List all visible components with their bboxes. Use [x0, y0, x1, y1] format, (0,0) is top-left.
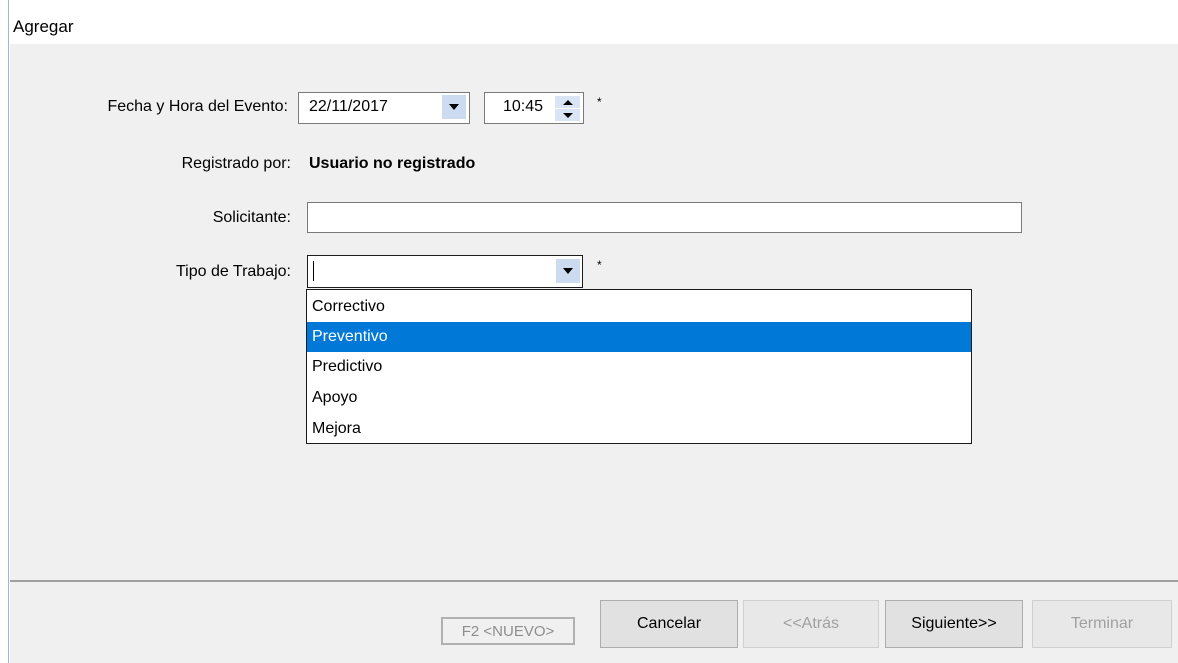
text-caret	[313, 261, 314, 281]
arrow-up-icon	[562, 99, 573, 105]
finish-button[interactable]: Terminar	[1032, 600, 1172, 648]
date-dropdown-button[interactable]	[442, 95, 466, 119]
time-spin-down[interactable]	[555, 109, 580, 121]
tipo-label: Tipo de Trabajo:	[175, 263, 291, 280]
window-title: Agregar	[13, 17, 74, 36]
nuevo-shortcut[interactable]: F2 <NUEVO>	[441, 617, 575, 645]
tipo-dropdown-list[interactable]: Correctivo Preventivo Predictivo Apoyo M…	[306, 289, 972, 444]
tipo-option[interactable]: Mejora	[307, 414, 971, 444]
tipo-option[interactable]: Apoyo	[307, 383, 971, 413]
registrado-label: Registrado por:	[181, 155, 291, 172]
date-value: 22/11/2017	[309, 98, 388, 115]
tipo-combobox[interactable]	[307, 255, 583, 288]
tipo-dropdown-button[interactable]	[556, 259, 580, 283]
next-button[interactable]: Siguiente>>	[885, 600, 1023, 648]
solicitante-input[interactable]	[307, 202, 1022, 233]
chevron-down-icon	[563, 268, 573, 274]
window-left-edge	[0, 0, 9, 663]
tipo-option[interactable]: Correctivo	[307, 292, 971, 322]
date-picker[interactable]: 22/11/2017	[298, 92, 470, 124]
fecha-label: Fecha y Hora del Evento:	[107, 98, 288, 115]
chevron-down-icon	[449, 104, 459, 110]
time-value: 10:45	[503, 98, 544, 115]
fecha-required-mark: *	[597, 95, 602, 109]
cancel-button[interactable]: Cancelar	[600, 600, 738, 648]
tipo-option-highlighted[interactable]: Preventivo	[307, 322, 971, 352]
time-picker[interactable]: 10:45	[484, 92, 584, 124]
registrado-value: Usuario no registrado	[309, 155, 476, 172]
arrow-down-icon	[562, 112, 573, 118]
window-titlebar: Agregar	[9, 0, 1178, 44]
tipo-option[interactable]: Predictivo	[307, 352, 971, 382]
time-spin-up[interactable]	[555, 96, 580, 108]
back-button[interactable]: <<Atrás	[743, 600, 879, 648]
solicitante-label: Solicitante:	[212, 209, 291, 226]
tipo-required-mark: *	[597, 258, 602, 272]
